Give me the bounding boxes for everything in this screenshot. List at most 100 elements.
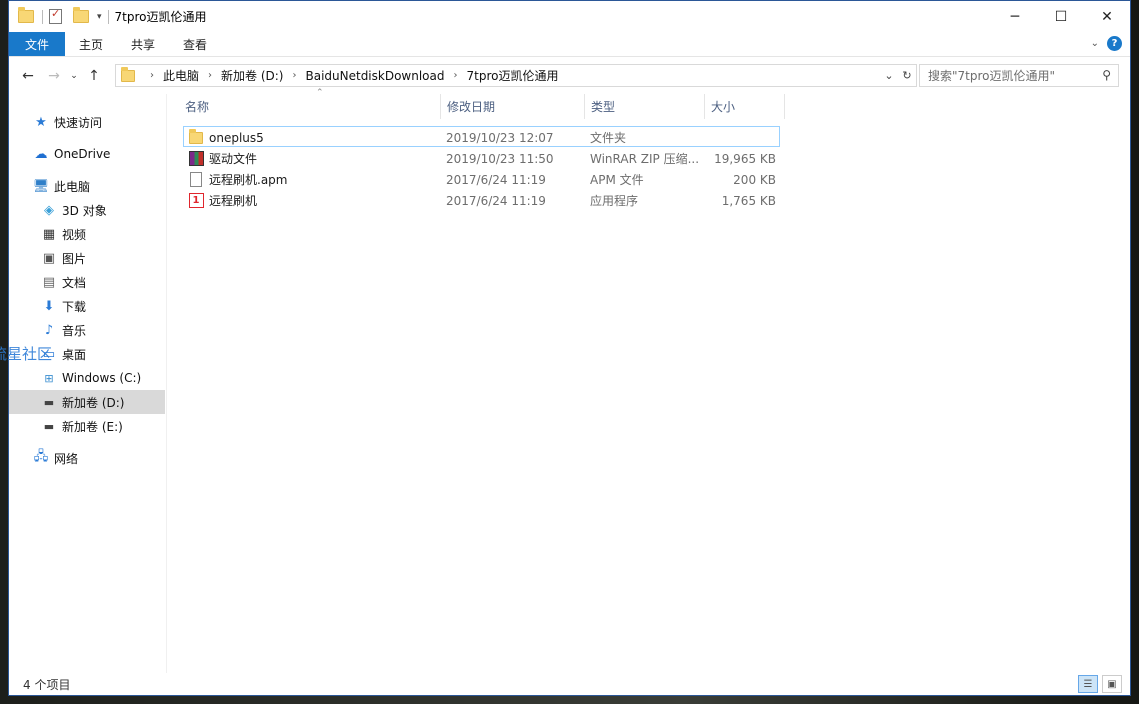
breadcrumb-current-folder[interactable]: 7tpro迈凯伦通用	[467, 67, 559, 84]
tab-file[interactable]: 文件	[9, 32, 66, 56]
sidebar-item-3d-objects[interactable]: ◈ 3D 对象	[9, 198, 165, 222]
sidebar-item-label: OneDrive	[54, 147, 111, 161]
new-folder-icon[interactable]	[73, 7, 89, 25]
table-row[interactable]: 驱动文件 2019/10/23 11:50 WinRAR ZIP 压缩... 1…	[183, 148, 780, 169]
column-header-name[interactable]: 名称 ⌃	[179, 88, 441, 119]
large-icons-view-icon[interactable]: ▣	[1102, 675, 1122, 693]
drive-icon: ▬	[43, 419, 55, 433]
maximize-button[interactable]: ☐	[1038, 1, 1084, 32]
sidebar-item-downloads[interactable]: ⬇ 下载	[9, 294, 165, 318]
chevron-right-icon[interactable]: ›	[454, 70, 458, 81]
minimize-button[interactable]: ─	[992, 1, 1038, 32]
search-icon[interactable]: ⚲	[1102, 68, 1111, 82]
sidebar-item-label: 图片	[62, 251, 87, 266]
close-button[interactable]: ✕	[1084, 1, 1130, 32]
file-date: 2019/10/23 12:07	[446, 130, 554, 145]
file-date: 2017/6/24 11:19	[446, 172, 546, 187]
address-tools: ⌄ ↻	[880, 65, 916, 86]
sidebar-item-documents[interactable]: ▤ 文档	[9, 270, 165, 294]
document-icon: ▤	[42, 274, 56, 290]
winrar-icon	[188, 151, 204, 167]
recent-locations-chevron-icon[interactable]: ⌄	[67, 71, 81, 81]
search-placeholder: 搜索"7tpro迈凯伦通用"	[928, 69, 1056, 83]
sidebar-item-label: 新加卷 (D:)	[62, 395, 125, 410]
breadcrumb-drive-d[interactable]: 新加卷 (D:)	[221, 67, 283, 84]
file-date: 2019/10/23 11:50	[446, 151, 554, 166]
sidebar-item-pictures[interactable]: ▣ 图片	[9, 246, 165, 270]
column-header-label: 大小	[711, 100, 736, 114]
table-row[interactable]: 远程刷机.apm 2017/6/24 11:19 APM 文件 200 KB	[183, 169, 780, 190]
cloud-icon: ☁	[34, 146, 48, 162]
tab-view[interactable]: 查看	[169, 32, 221, 56]
sidebar-item-network[interactable]: 🖧 网络	[9, 446, 165, 470]
sidebar-item-quick-access[interactable]: ★ 快速访问	[9, 110, 165, 134]
folder-icon	[188, 128, 204, 146]
sidebar-item-onedrive[interactable]: ☁ OneDrive	[9, 142, 165, 166]
item-count: 4 个项目	[23, 677, 71, 692]
sidebar-item-label: 新加卷 (E:)	[62, 419, 123, 434]
oneplus-app-icon: 1	[188, 193, 204, 209]
sidebar-item-label: 3D 对象	[62, 203, 107, 218]
column-header-size[interactable]: 大小	[705, 94, 785, 119]
column-header-label: 修改日期	[447, 100, 496, 114]
sidebar-item-music[interactable]: ♪ 音乐	[9, 318, 165, 342]
tab-share[interactable]: 共享	[117, 32, 169, 56]
computer-icon: 🖥	[32, 178, 50, 194]
breadcrumb-baidu-download[interactable]: BaiduNetdiskDownload	[305, 69, 444, 83]
sidebar-item-label: 下载	[62, 299, 87, 314]
file-size: 19,965 KB	[714, 151, 776, 166]
table-row[interactable]: oneplus5 2019/10/23 12:07 文件夹	[183, 126, 780, 147]
chevron-right-icon[interactable]: ›	[150, 70, 154, 81]
help-icon[interactable]: ?	[1107, 36, 1122, 51]
sidebar-item-label: 网络	[54, 451, 79, 466]
details-view-icon[interactable]: ☰	[1078, 675, 1098, 693]
file-name: 远程刷机.apm	[209, 173, 288, 187]
sidebar-item-label: 视频	[62, 227, 87, 242]
file-name: 远程刷机	[209, 194, 258, 208]
watermark: 流星社区	[0, 345, 53, 363]
chevron-right-icon[interactable]: ›	[208, 70, 212, 81]
sidebar-item-drive-e[interactable]: ▬ 新加卷 (E:)	[9, 414, 165, 438]
file-name: 驱动文件	[209, 152, 258, 166]
properties-icon[interactable]	[49, 7, 65, 25]
file-type: WinRAR ZIP 压缩...	[590, 152, 700, 166]
breadcrumb: › 此电脑 › 新加卷 (D:) › BaiduNetdiskDownload …	[141, 67, 558, 84]
up-button[interactable]: ↑	[81, 68, 107, 84]
sidebar-item-label: 快速访问	[54, 115, 103, 130]
address-history-chevron-icon[interactable]: ⌄	[880, 69, 898, 82]
sidebar-item-videos[interactable]: ▦ 视频	[9, 222, 165, 246]
sidebar-item-drive-c[interactable]: ⊞ Windows (C:)	[9, 366, 165, 390]
table-row[interactable]: 1 远程刷机 2017/6/24 11:19 应用程序 1,765 KB	[183, 190, 780, 211]
drive-icon: ▬	[43, 395, 55, 409]
column-header-type[interactable]: 类型	[585, 94, 705, 119]
sidebar-item-drive-d[interactable]: ▬ 新加卷 (D:)	[9, 390, 165, 414]
forward-button[interactable]: →	[41, 68, 67, 84]
address-bar[interactable]: › 此电脑 › 新加卷 (D:) › BaiduNetdiskDownload …	[115, 64, 917, 87]
column-header-label: 名称	[185, 100, 210, 114]
file-size: 1,765 KB	[721, 193, 776, 208]
search-input[interactable]: 搜索"7tpro迈凯伦通用" ⚲	[919, 64, 1119, 87]
file-date: 2017/6/24 11:19	[446, 193, 546, 208]
customize-toolbar-chevron-icon[interactable]: ▾	[97, 12, 102, 22]
sidebar-item-this-pc[interactable]: 🖥 此电脑	[9, 174, 165, 198]
cube-icon: ◈	[44, 202, 54, 218]
ribbon-controls: ⌄ ?	[1091, 36, 1122, 51]
file-name-cell: 远程刷机.apm	[188, 169, 438, 190]
drive-windows-icon: ⊞	[44, 371, 54, 385]
breadcrumb-this-pc[interactable]: 此电脑	[163, 67, 199, 84]
refresh-icon[interactable]: ↻	[898, 69, 916, 82]
network-icon: 🖧	[33, 449, 49, 464]
sidebar-item-label: 音乐	[62, 323, 87, 338]
chevron-right-icon[interactable]: ›	[292, 70, 296, 81]
column-header-date[interactable]: 修改日期	[441, 94, 585, 119]
folder-icon	[120, 66, 136, 84]
tab-home[interactable]: 主页	[65, 32, 117, 56]
video-icon: ▦	[42, 226, 56, 242]
navigation-bar: ← → ⌄ ↑ › 此电脑 › 新加卷 (D:) › BaiduNetdiskD…	[9, 63, 1130, 88]
sidebar-item-label: Windows (C:)	[62, 371, 142, 385]
back-button[interactable]: ←	[15, 68, 41, 84]
sidebar-item-label: 文档	[62, 275, 87, 290]
file-icon	[188, 172, 204, 188]
toolbar-divider	[42, 9, 43, 24]
expand-ribbon-chevron-icon[interactable]: ⌄	[1091, 38, 1099, 49]
